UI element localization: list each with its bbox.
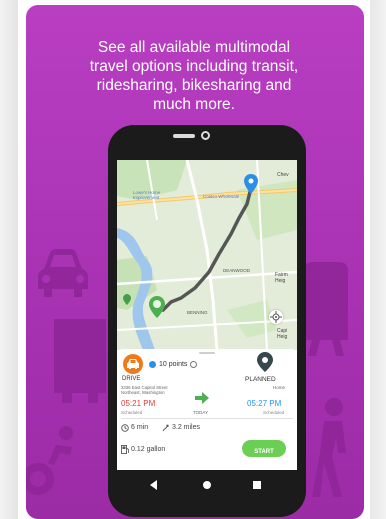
back-icon[interactable] <box>150 480 157 490</box>
map-label-deanwood: DEANWOOD <box>223 268 250 273</box>
origin-address: 3336 East Capitol Street Northeast, Wash… <box>121 385 168 395</box>
headline: See all available multimodal travel opti… <box>44 38 344 114</box>
phone-speaker <box>173 134 195 138</box>
phone-camera <box>201 131 210 140</box>
arrive-note: Scheduled <box>263 410 285 415</box>
depart-time: 05:21 PM <box>121 399 156 408</box>
headline-line-1: See all available multimodal <box>97 39 291 56</box>
trip-distance: 3.2 miles <box>172 424 201 431</box>
points-info-icon[interactable] <box>190 361 198 368</box>
depart-note: Scheduled <box>121 410 143 415</box>
drive-mode-badge[interactable] <box>123 354 143 374</box>
start-button[interactable]: START <box>242 440 286 457</box>
mode-label: DRIVE <box>122 376 141 382</box>
map-label-cheverly: Chev <box>277 172 289 178</box>
trip-duration: 6 min <box>131 424 149 431</box>
android-nav-bar <box>117 472 297 500</box>
points-icon <box>149 361 156 368</box>
next-card-edge <box>370 0 386 519</box>
points-value: 10 points <box>159 361 188 368</box>
headline-line-3: ridesharing, bikesharing and <box>96 77 292 94</box>
phone-screen: Chev Lowe's Home Improvement Costco Whol… <box>117 160 297 470</box>
destination-pin-icon[interactable] <box>244 174 258 194</box>
headline-line-4: much more. <box>153 96 235 113</box>
map-label-lowes: Lowe's Home Improvement <box>133 190 161 200</box>
map-label-capitol: Capi Heig <box>277 328 288 340</box>
distance-icon <box>162 424 169 432</box>
planned-pin-icon <box>257 352 273 372</box>
home-icon[interactable] <box>203 481 211 489</box>
route-map[interactable]: Chev Lowe's Home Improvement Costco Whol… <box>117 160 297 351</box>
recenter-button[interactable] <box>269 310 283 324</box>
car-icon <box>127 359 139 369</box>
trip-status: PLANNED <box>245 376 276 383</box>
divider <box>121 418 293 419</box>
walking-person-icon <box>312 398 346 497</box>
clock-icon <box>121 424 129 432</box>
points-badge: 10 points <box>149 361 198 368</box>
origin-pin-icon[interactable] <box>149 296 165 318</box>
fuel-amount: 0.12 gallon <box>131 446 166 453</box>
small-park-pin-icon <box>123 294 131 305</box>
map-label-fairmount: Fairm Heig <box>275 272 288 284</box>
map-label-benning: BENNING <box>187 310 208 315</box>
sheet-drag-handle[interactable] <box>199 352 215 354</box>
recent-apps-icon[interactable] <box>253 481 261 489</box>
headline-line-2: travel options including transit, <box>89 58 299 75</box>
trip-details-sheet: DRIVE 10 points PLANNED 3336 East Capito… <box>117 349 297 470</box>
bus-icon <box>54 319 106 403</box>
start-button-label: START <box>254 449 274 455</box>
car-icon <box>38 249 88 297</box>
previous-card-edge <box>0 0 18 519</box>
day-label: TODAY <box>193 410 209 415</box>
crosshair-icon <box>270 311 282 323</box>
destination-name: Home <box>273 385 286 390</box>
arrow-right-icon <box>195 392 209 404</box>
fuel-icon <box>121 445 129 454</box>
arrive-time: 05:27 PM <box>247 399 282 408</box>
bicycle-icon <box>26 426 73 495</box>
map-label-costco: Costco Wholesale <box>203 194 240 199</box>
